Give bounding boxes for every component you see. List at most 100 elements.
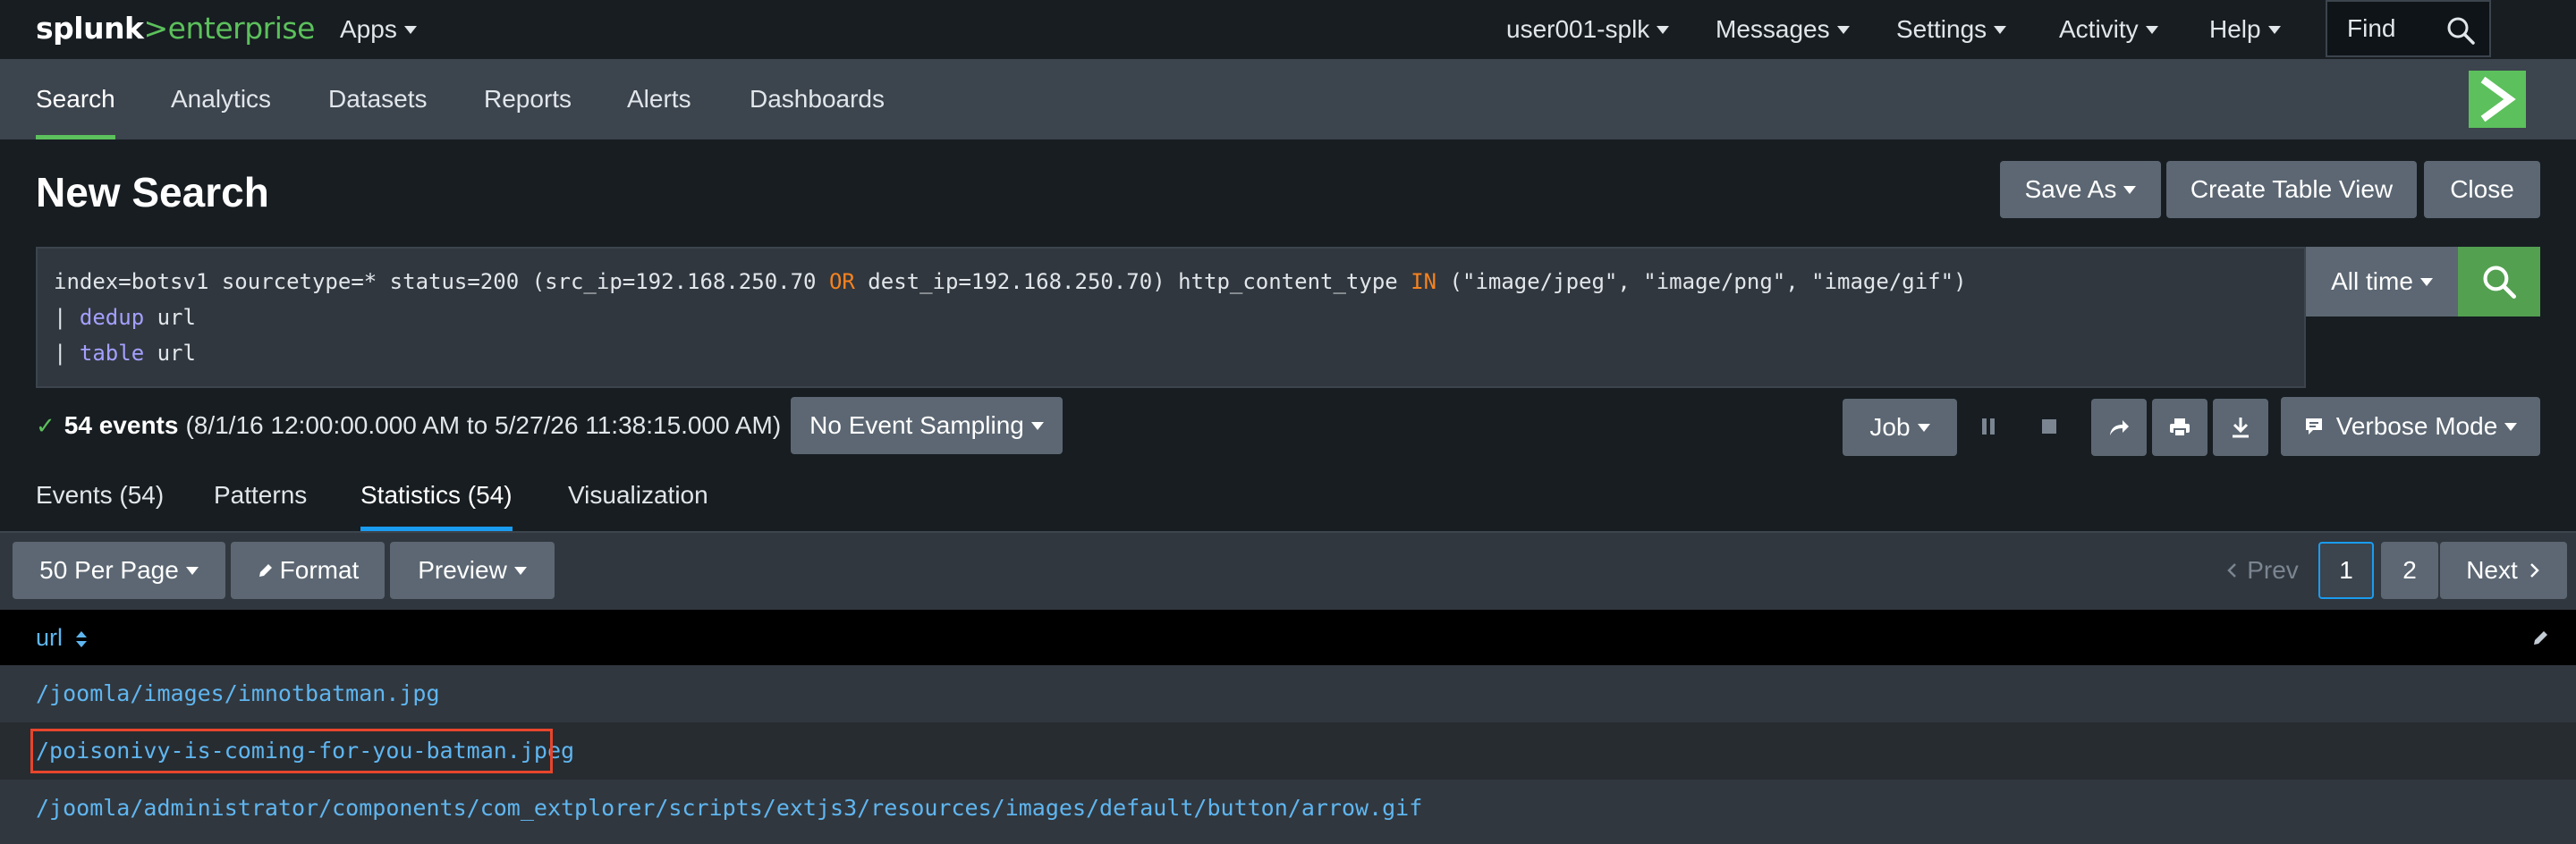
preview-label: Preview: [418, 556, 507, 584]
caret-down-icon: [1836, 25, 1850, 34]
splunk-logo[interactable]: splunk>enterprise: [36, 11, 315, 46]
caret-down-icon: [513, 566, 527, 575]
column-header-label: url: [36, 624, 64, 651]
logo-splunk-text: splunk: [36, 11, 144, 46]
url-cell[interactable]: /joomla/administrator/components/com_ext…: [36, 780, 1422, 837]
close-button[interactable]: Close: [2424, 161, 2540, 218]
nav-reports[interactable]: Reports: [484, 59, 572, 139]
top-bar: splunk>enterprise Apps user001-splk Mess…: [0, 0, 2576, 59]
tab-events[interactable]: Events (54): [36, 456, 164, 531]
results-toolbar: [0, 533, 2576, 610]
caret-down-icon: [2145, 25, 2158, 34]
stop-icon: [2042, 419, 2056, 434]
query-text: dest_ip=192.168.250.70) http_content_typ…: [854, 269, 1411, 294]
print-icon: [2170, 418, 2190, 437]
find-placeholder: Find: [2347, 14, 2396, 42]
app-logo-icon[interactable]: [2469, 71, 2526, 128]
settings-menu[interactable]: Settings: [1896, 0, 2007, 59]
pause-icon: [1982, 418, 1995, 435]
nav-datasets[interactable]: Datasets: [328, 59, 428, 139]
next-label: Next: [2466, 556, 2518, 584]
pause-button[interactable]: [1961, 397, 2016, 456]
download-icon: [2233, 418, 2249, 438]
apps-menu-label: Apps: [340, 15, 397, 43]
tab-visualization[interactable]: Visualization: [568, 456, 708, 531]
next-page-button[interactable]: Next: [2440, 542, 2567, 599]
page-1-button[interactable]: 1: [2318, 542, 2374, 599]
stop-button[interactable]: [2021, 397, 2077, 456]
query-command: dedup: [79, 305, 145, 330]
table-row: /joomla/administrator/components/com_ext…: [0, 780, 2576, 844]
query-text: url: [144, 305, 196, 330]
search-mode-dropdown[interactable]: Verbose Mode: [2281, 397, 2540, 456]
share-icon: [2110, 420, 2129, 435]
query-text: url: [144, 341, 196, 366]
per-page-dropdown[interactable]: 50 Per Page: [13, 542, 225, 599]
check-icon: ✓: [36, 411, 55, 439]
print-button[interactable]: [2152, 399, 2207, 456]
query-keyword: OR: [828, 269, 855, 294]
job-label: Job: [1869, 413, 1911, 441]
caret-down-icon: [1917, 423, 1930, 432]
query-command: table: [79, 341, 145, 366]
activity-menu[interactable]: Activity: [2059, 0, 2158, 59]
chevron-right-icon: [2529, 563, 2539, 578]
query-keyword: IN: [1411, 269, 1437, 294]
edit-column-icon[interactable]: [2531, 628, 2551, 647]
nav-search[interactable]: Search: [36, 59, 115, 139]
caret-down-icon: [403, 25, 417, 34]
chevron-left-icon: [2227, 563, 2237, 578]
mode-icon: [2305, 418, 2322, 435]
prev-label: Prev: [2247, 556, 2299, 584]
time-range-picker[interactable]: All time: [2306, 247, 2458, 316]
caret-down-icon: [1994, 25, 2007, 34]
column-header-url[interactable]: url: [36, 610, 88, 665]
search-query-input[interactable]: index=botsv1 sourcetype=* status=200 (sr…: [36, 247, 2306, 388]
job-menu-button[interactable]: Job: [1843, 399, 1957, 456]
save-as-button[interactable]: Save As: [2000, 161, 2161, 218]
search-status: ✓ 54 events (8/1/16 12:00:00.000 AM to 5…: [36, 411, 781, 440]
event-count: 54 events: [64, 411, 179, 439]
time-range-text: (8/1/16 12:00:00.000 AM to 5/27/26 11:38…: [185, 411, 782, 439]
apps-menu[interactable]: Apps: [340, 0, 417, 59]
help-menu[interactable]: Help: [2209, 0, 2281, 59]
share-button[interactable]: [2091, 399, 2147, 456]
caret-down-icon: [2419, 277, 2433, 286]
chevron-right-icon: [2480, 76, 2516, 122]
messages-menu-label: Messages: [1716, 15, 1830, 43]
caret-down-icon: [1030, 421, 1044, 430]
time-range-label: All time: [2331, 267, 2413, 295]
url-cell[interactable]: /joomla/images/imnotbatman.jpg: [36, 665, 440, 722]
caret-down-icon: [2267, 25, 2281, 34]
search-mode-label: Verbose Mode: [2335, 412, 2498, 440]
find-input[interactable]: Find: [2326, 0, 2491, 57]
messages-menu[interactable]: Messages: [1716, 0, 1850, 59]
preview-dropdown[interactable]: Preview: [390, 542, 555, 599]
save-as-label: Save As: [2024, 175, 2117, 203]
nav-dashboards[interactable]: Dashboards: [750, 59, 885, 139]
page-title: New Search: [36, 169, 269, 215]
event-sampling-dropdown[interactable]: No Event Sampling: [791, 397, 1063, 454]
nav-analytics[interactable]: Analytics: [171, 59, 271, 139]
query-text: index=botsv1 sourcetype=* status=200 (sr…: [54, 269, 829, 294]
help-menu-label: Help: [2209, 15, 2261, 43]
tab-statistics[interactable]: Statistics (54): [360, 456, 513, 531]
caret-down-icon: [2123, 185, 2137, 194]
prev-page-button[interactable]: Prev: [2204, 542, 2320, 599]
logo-enterprise-text: >enterprise: [143, 11, 316, 46]
search-icon: [2483, 266, 2516, 299]
query-pipe: |: [54, 341, 80, 366]
event-sampling-label: No Event Sampling: [809, 411, 1024, 439]
search-submit-button[interactable]: [2458, 247, 2540, 316]
create-table-view-button[interactable]: Create Table View: [2166, 161, 2417, 218]
table-row: /joomla/images/imnotbatman.jpg: [0, 665, 2576, 722]
page-2-button[interactable]: 2: [2381, 542, 2438, 599]
export-button[interactable]: [2213, 399, 2268, 456]
nav-alerts[interactable]: Alerts: [627, 59, 691, 139]
user-menu[interactable]: user001-splk: [1506, 0, 1670, 59]
activity-menu-label: Activity: [2059, 15, 2139, 43]
format-button[interactable]: Format: [231, 542, 385, 599]
tab-patterns[interactable]: Patterns: [214, 456, 307, 531]
settings-menu-label: Settings: [1896, 15, 1987, 43]
pencil-icon: [258, 564, 272, 577]
